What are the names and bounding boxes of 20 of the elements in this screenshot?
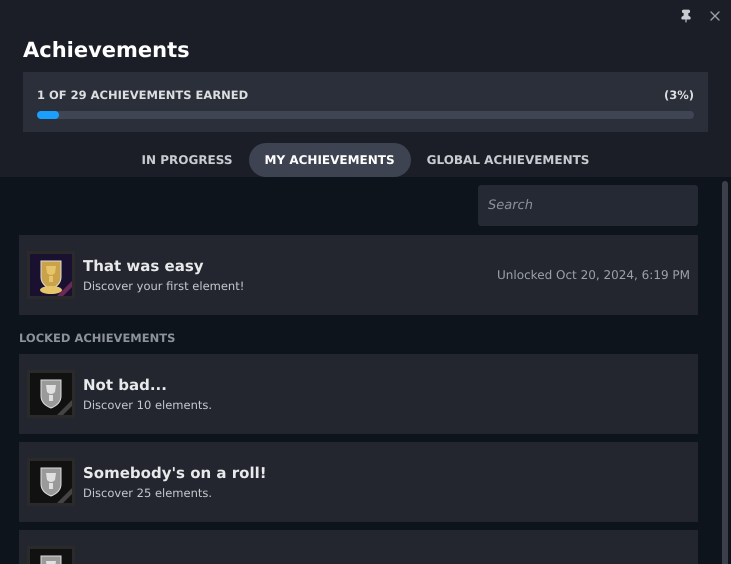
window-title: Achievements <box>23 37 191 64</box>
progress-percent: (3%) <box>664 88 694 102</box>
search-field[interactable]: Search <box>478 185 698 226</box>
achievement-name: Not bad... <box>83 376 168 394</box>
achievement-name: That was easy <box>83 257 205 275</box>
tab[interactable]: GLOBAL ACHIEVEMENTS <box>410 143 606 177</box>
achievement-description: Discover your first element! <box>83 279 246 293</box>
progress-label: 1 OF 29 ACHIEVEMENTS EARNED <box>37 88 248 102</box>
achievement-description: Discover 10 elements. <box>83 398 214 412</box>
pin-icon[interactable] <box>679 9 693 23</box>
scrollbar[interactable] <box>722 181 728 564</box>
achievement-description: Discover 25 elements. <box>83 486 214 500</box>
achievement-name: Somebody's on a roll! <box>83 464 268 482</box>
section-heading: LOCKED ACHIEVEMENTS <box>19 331 176 345</box>
trophy-icon <box>27 251 75 299</box>
unlock-date: Unlocked Oct 20, 2024, 6:19 PM <box>497 268 690 282</box>
tab[interactable]: MY ACHIEVEMENTS <box>248 143 411 177</box>
trophy-icon <box>27 370 75 418</box>
trophy-icon <box>27 458 75 506</box>
tab[interactable]: IN PROGRESS <box>126 143 249 177</box>
